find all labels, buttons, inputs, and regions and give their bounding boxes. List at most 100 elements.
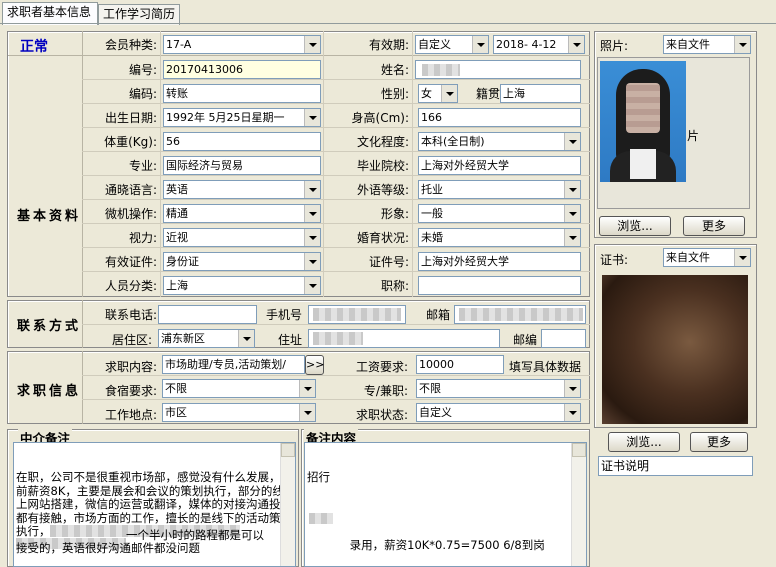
remarks-textarea[interactable]: 招行 录用，薪资10K*0.75=7500 6/8到岗	[304, 442, 587, 567]
chevron-down-icon	[564, 404, 580, 421]
address-field[interactable]	[308, 329, 500, 348]
marital-select[interactable]: 未婚	[418, 228, 581, 247]
vision-label: 视力:	[128, 231, 157, 245]
category-select[interactable]: 上海	[163, 276, 321, 295]
language-select[interactable]: 英语	[163, 180, 321, 199]
salary-hint: 填写具体数据	[509, 360, 582, 374]
member-type-select[interactable]: 17-A	[163, 35, 321, 54]
doc-label: 有效证件:	[104, 255, 157, 269]
scroll-up-arrow[interactable]	[281, 443, 295, 457]
zip-field[interactable]	[541, 329, 586, 348]
education-select[interactable]: 本科(全日制)	[418, 132, 581, 151]
gender-label: 性别:	[380, 87, 409, 101]
notes-scrollbar[interactable]	[280, 443, 295, 566]
remarks-scrollbar[interactable]	[571, 443, 586, 566]
id-field[interactable]: 20170413006	[163, 60, 321, 79]
chevron-down-icon	[304, 109, 320, 126]
chevron-down-icon	[238, 330, 254, 347]
photo-more-button[interactable]: 更多	[683, 216, 745, 236]
birth-date-picker[interactable]: 1992年 5月25日星期一	[163, 108, 321, 127]
photo-browse-button[interactable]: 浏览...	[599, 216, 671, 236]
phone-field[interactable]	[158, 305, 257, 324]
doc-no-label: 证件号:	[368, 255, 409, 269]
cert-source-select[interactable]: 来自文件	[663, 248, 751, 267]
chevron-down-icon	[299, 380, 315, 397]
school-field[interactable]: 上海对外经贸大学	[418, 156, 581, 175]
chevron-down-icon	[564, 181, 580, 198]
major-field[interactable]: 国际经济与贸易	[163, 156, 321, 175]
validity-date-picker[interactable]: 2018- 4-12	[493, 35, 585, 54]
mobile-field[interactable]	[308, 305, 406, 324]
chevron-down-icon	[734, 249, 750, 266]
id-label: 编号:	[128, 63, 157, 77]
image-select[interactable]: 一般	[418, 204, 581, 223]
chevron-down-icon	[304, 229, 320, 246]
tab-basic-info[interactable]: 求职者基本信息	[2, 2, 98, 25]
section-basic: 基本资料	[17, 209, 82, 224]
language-label: 通晓语言:	[104, 183, 157, 197]
board-select[interactable]: 不限	[162, 379, 316, 398]
doc-select[interactable]: 身份证	[163, 252, 321, 271]
fulltime-select[interactable]: 不限	[416, 379, 581, 398]
chevron-down-icon	[299, 404, 315, 421]
chevron-down-icon	[304, 277, 320, 294]
name-field[interactable]	[415, 60, 581, 79]
computer-label: 微机操作:	[104, 207, 157, 221]
lang-level-label: 外语等级:	[356, 183, 409, 197]
validity-mode-select[interactable]: 自定义	[415, 35, 489, 54]
code-field[interactable]: 转账	[163, 84, 321, 103]
major-label: 专业:	[128, 159, 157, 173]
person-photo	[600, 61, 686, 182]
cert-browse-button[interactable]: 浏览...	[608, 432, 680, 452]
title-label: 职称:	[380, 279, 409, 293]
name-label: 姓名:	[380, 63, 409, 77]
title-field[interactable]	[418, 276, 581, 295]
education-label: 文化程度:	[356, 135, 409, 149]
remarks-line1: 招行	[307, 470, 330, 484]
job-content-field[interactable]: 市场助理/专员,活动策划/	[162, 355, 305, 374]
chevron-down-icon	[564, 133, 580, 150]
photo-collar	[630, 149, 656, 179]
email-field[interactable]	[454, 305, 586, 324]
chevron-down-icon	[564, 205, 580, 222]
photo-source-select[interactable]: 来自文件	[663, 35, 751, 54]
cert-label: 证书:	[600, 253, 629, 267]
tab-resume[interactable]: 工作学习简历	[98, 4, 180, 25]
computer-select[interactable]: 精通	[163, 204, 321, 223]
chevron-down-icon	[472, 36, 488, 53]
salary-label: 工资要求:	[355, 360, 408, 374]
job-content-more-button[interactable]: >>	[305, 355, 324, 375]
native-field[interactable]: 上海	[500, 84, 581, 103]
scroll-up-arrow[interactable]	[572, 443, 586, 457]
gender-select[interactable]: 女	[418, 84, 458, 103]
cert-description-field[interactable]: 证书说明	[598, 456, 753, 476]
school-label: 毕业院校:	[356, 159, 409, 173]
vision-select[interactable]: 近视	[163, 228, 321, 247]
category-label: 人员分类:	[104, 279, 157, 293]
fulltime-label: 专/兼职:	[363, 384, 408, 398]
state-select[interactable]: 自定义	[416, 403, 581, 422]
board-label: 食宿要求:	[104, 384, 157, 398]
weight-field[interactable]: 56	[163, 132, 321, 151]
address-label: 住址	[277, 333, 302, 347]
email-label: 邮箱	[425, 308, 450, 322]
doc-no-field[interactable]: 上海对外经贸大学	[418, 252, 581, 271]
remarks-line2: 录用，薪资10K*0.75=7500 6/8到岗	[349, 537, 545, 552]
state-label: 求职状态:	[355, 408, 408, 422]
district-select[interactable]: 浦东新区	[158, 329, 255, 348]
agent-notes-textarea[interactable]: 在职，公司不是很重视市场部，感觉没有什么发展，目前薪资8K，主要是展会和会议的策…	[13, 442, 296, 567]
location-label: 工作地点:	[104, 408, 157, 422]
chevron-down-icon	[734, 36, 750, 53]
section-contact: 联系方式	[17, 319, 82, 334]
phone-label: 联系电话:	[104, 308, 157, 322]
salary-field[interactable]: 10000	[416, 355, 504, 374]
chevron-down-icon	[304, 205, 320, 222]
job-content-label: 求职内容:	[104, 360, 157, 374]
lang-level-select[interactable]: 托业	[418, 180, 581, 199]
zip-label: 邮编	[512, 333, 537, 347]
location-select[interactable]: 市区	[162, 403, 316, 422]
birth-label: 出生日期:	[104, 111, 157, 125]
height-field[interactable]: 166	[418, 108, 581, 127]
section-job: 求职信息	[17, 384, 82, 399]
cert-more-button[interactable]: 更多	[690, 432, 748, 452]
